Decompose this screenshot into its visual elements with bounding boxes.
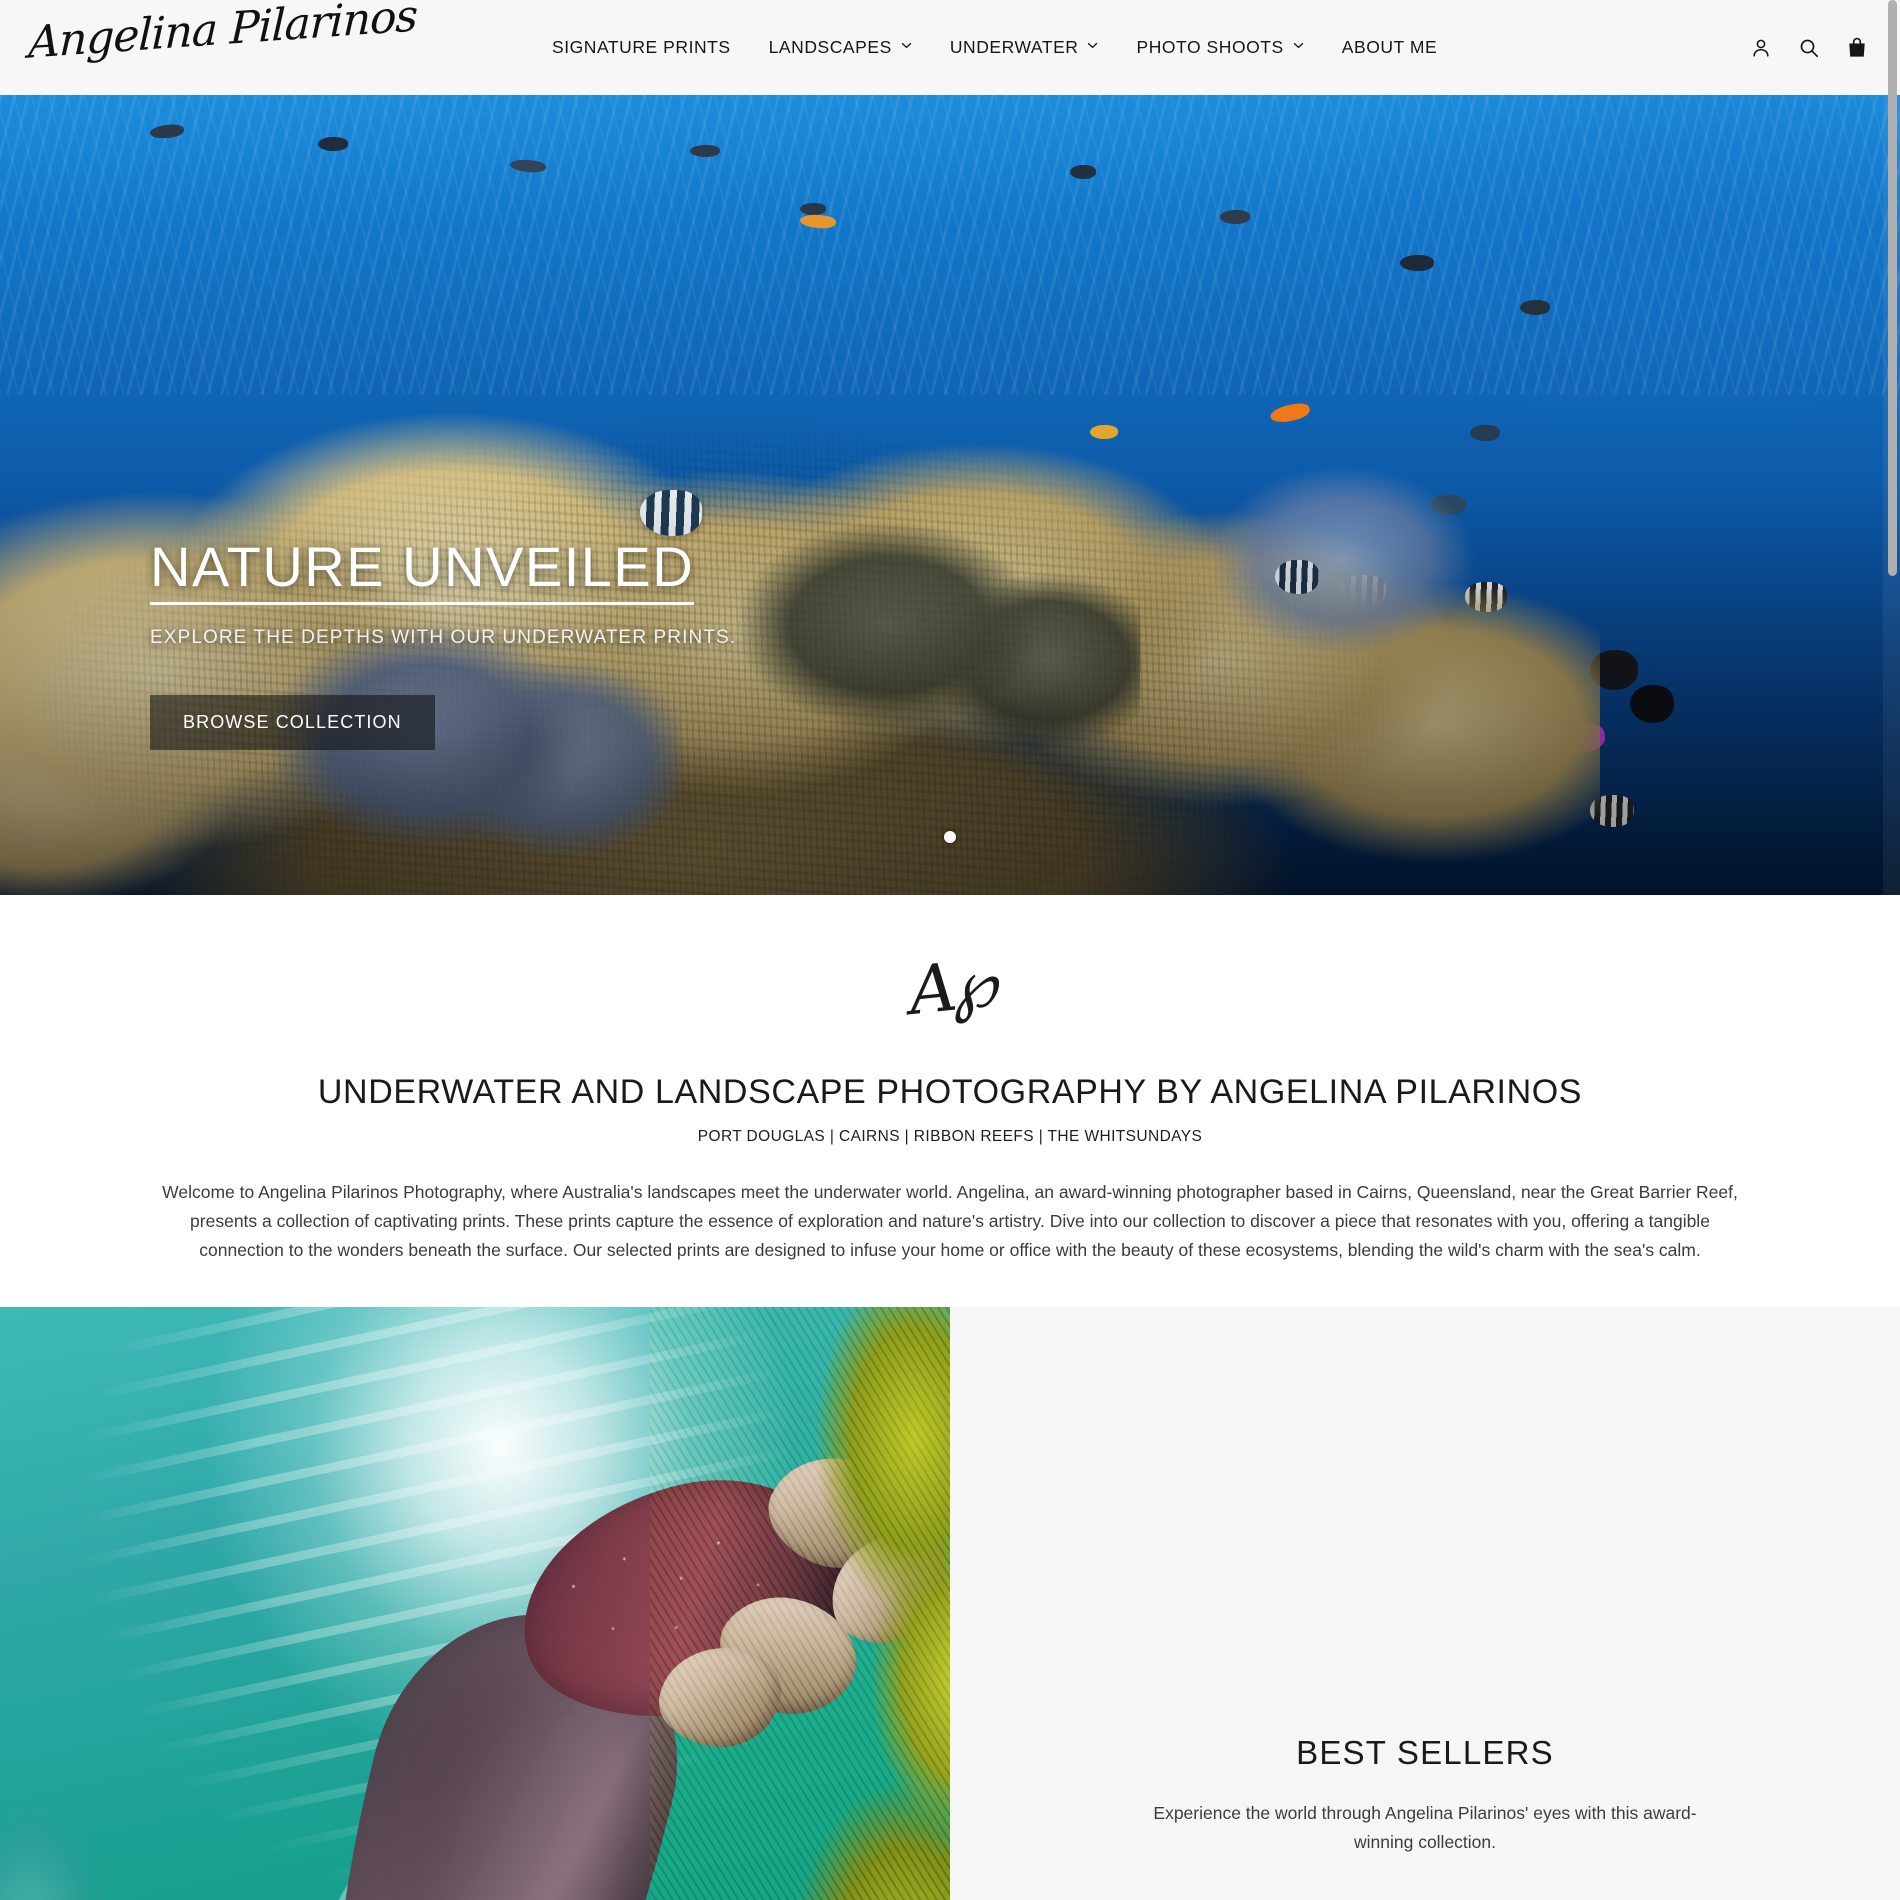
nav-item-landscapes[interactable]: LANDSCAPES <box>750 37 931 58</box>
slider-dot-1[interactable] <box>944 831 956 843</box>
fish <box>1090 425 1118 439</box>
nav-label: SIGNATURE PRINTS <box>552 37 731 57</box>
nav-item-photo-shoots[interactable]: PHOTO SHOOTS <box>1117 37 1322 58</box>
chevron-down-icon <box>1293 40 1304 51</box>
fish <box>318 137 348 151</box>
hero-subtitle: EXPLORE THE DEPTHS WITH OUR UNDERWATER P… <box>150 627 737 648</box>
background-reef <box>0 1787 190 1900</box>
nav-label: UNDERWATER <box>949 37 1079 57</box>
brand-logo[interactable]: Angelina Pilarinos <box>28 0 418 69</box>
browse-collection-button[interactable]: BROWSE COLLECTION <box>150 695 435 750</box>
nav-item-underwater[interactable]: UNDERWATER <box>931 37 1118 58</box>
hero-content: NATURE UNVEILED EXPLORE THE DEPTHS WITH … <box>150 539 736 750</box>
best-sellers-description: Experience the world through Angelina Pi… <box>1153 1803 1697 1852</box>
chevron-down-icon <box>1087 40 1098 51</box>
page-scrollbar[interactable] <box>1883 0 1900 1900</box>
nav-label: LANDSCAPES <box>768 37 892 57</box>
fish <box>1070 165 1096 179</box>
hero-background-image <box>0 95 1900 895</box>
main-navigation: SIGNATURE PRINTS LANDSCAPES UNDERWATER P… <box>533 0 1456 95</box>
intro-section: A℘ UNDERWATER AND LANDSCAPE PHOTOGRAPHY … <box>0 895 1900 1308</box>
cart-icon[interactable] <box>1846 36 1868 59</box>
intro-locations: PORT DOUGLAS | CAIRNS | RIBBON REEFS | T… <box>697 1128 1203 1145</box>
best-sellers-info: BEST SELLERS Experience the world throug… <box>950 1307 1900 1900</box>
fish <box>1400 255 1434 271</box>
scrollbar-thumb[interactable] <box>1888 0 1897 576</box>
best-sellers-image[interactable] <box>0 1307 950 1900</box>
ap-monogram-logo: A℘ <box>905 944 995 1031</box>
fish <box>1220 210 1250 224</box>
nav-label: PHOTO SHOOTS <box>1136 37 1284 57</box>
site-header: Angelina Pilarinos SIGNATURE PRINTS LAND… <box>0 0 1900 95</box>
account-icon[interactable] <box>1750 37 1772 59</box>
hero-title: NATURE UNVEILED <box>150 539 695 605</box>
best-sellers-title: BEST SELLERS <box>1296 1734 1554 1772</box>
nav-item-signature-prints[interactable]: SIGNATURE PRINTS <box>533 37 750 58</box>
nav-label: ABOUT ME <box>1341 37 1438 57</box>
chevron-down-icon <box>901 40 912 51</box>
slider-dots <box>0 831 1900 843</box>
fish <box>690 145 720 157</box>
fish <box>800 203 826 215</box>
header-icon-group <box>1750 0 1868 95</box>
best-sellers-section: BEST SELLERS Experience the world throug… <box>0 1307 1900 1900</box>
kelp-texture <box>650 1307 950 1900</box>
search-icon[interactable] <box>1798 37 1820 59</box>
intro-title: UNDERWATER AND LANDSCAPE PHOTOGRAPHY BY … <box>317 1073 1583 1111</box>
intro-body-text: Welcome to Angelina Pilarinos Photograph… <box>162 1182 1738 1261</box>
hero-slider: NATURE UNVEILED EXPLORE THE DEPTHS WITH … <box>0 95 1900 895</box>
nav-item-about-me[interactable]: ABOUT ME <box>1323 37 1456 58</box>
